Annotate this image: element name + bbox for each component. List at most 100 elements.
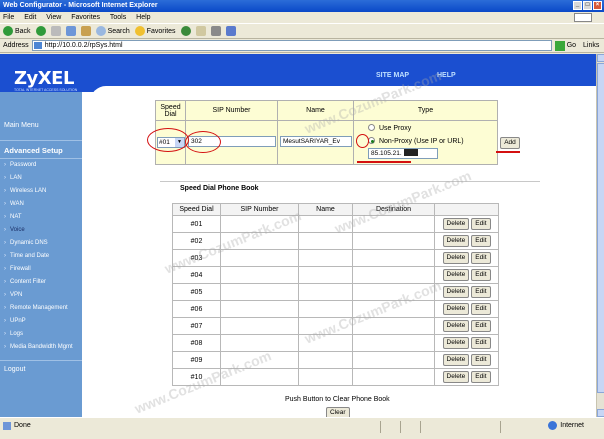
edit-button[interactable]: Edit (471, 252, 491, 264)
pb-destination-cell (352, 215, 435, 233)
pb-name-cell (298, 351, 353, 369)
history-button[interactable] (180, 26, 191, 36)
pb-sip-number-cell (220, 368, 299, 386)
sidebar-item-upnp[interactable]: UPnP (4, 318, 26, 324)
sidebar-item-nat[interactable]: NAT (4, 214, 21, 220)
sidebar-item-dynamic-dns[interactable]: Dynamic DNS (4, 240, 48, 246)
back-button[interactable]: Back (3, 26, 31, 36)
forward-button[interactable] (35, 26, 46, 36)
add-button[interactable]: Add (500, 136, 520, 149)
favorites-button[interactable]: Favorites (134, 26, 176, 36)
links-button[interactable]: Links (583, 42, 599, 49)
edit-button[interactable]: Edit (471, 218, 491, 230)
pb-speed-dial-cell: #08 (172, 334, 221, 352)
delete-button[interactable]: Delete (442, 269, 470, 281)
menu-tools[interactable]: Tools (110, 14, 126, 21)
minimize-button[interactable]: _ (573, 1, 582, 10)
pb-sip-number-cell (220, 266, 299, 284)
speed-dial-entry-table: Speed Dial SIP Number Name Type #01 ▼ 30… (155, 100, 522, 165)
non-proxy-radio[interactable] (368, 137, 375, 145)
name-input[interactable]: MesutSARIYAR_Ev (280, 136, 352, 147)
delete-button[interactable]: Delete (442, 303, 470, 315)
delete-button[interactable]: Delete (442, 252, 470, 264)
sidebar-item-lan[interactable]: LAN (4, 175, 22, 181)
sip-number-input[interactable]: 302 (188, 136, 276, 147)
destination-input[interactable]: 85.105.21. (368, 147, 438, 159)
delete-button[interactable]: Delete (442, 371, 470, 383)
edit-button[interactable]: Edit (471, 371, 491, 383)
pb-speed-dial-cell: #09 (172, 351, 221, 369)
delete-button[interactable]: Delete (442, 320, 470, 332)
sidebar-item-wireless-lan[interactable]: Wireless LAN (4, 188, 46, 194)
use-proxy-option[interactable]: Use Proxy (368, 122, 497, 135)
menu-file[interactable]: File (3, 14, 14, 21)
speed-dial-select[interactable]: #01 ▼ (157, 137, 185, 148)
col-speed-dial: Speed Dial (155, 100, 186, 121)
site-map-link[interactable]: SITE MAP (376, 72, 409, 79)
pb-speed-dial-cell: #05 (172, 283, 221, 301)
clear-button[interactable]: Clear (326, 407, 350, 417)
print-button[interactable] (210, 26, 221, 36)
refresh-button[interactable] (65, 26, 76, 36)
maximize-button[interactable]: □ (583, 1, 592, 10)
pb-speed-dial-cell: #01 (172, 215, 221, 233)
pb-sip-number-cell (220, 249, 299, 267)
pb-name-cell (298, 317, 353, 335)
delete-button[interactable]: Delete (442, 337, 470, 349)
sidebar-logout[interactable]: Logout (4, 366, 25, 373)
sidebar-item-logs[interactable]: Logs (4, 331, 23, 337)
edit-button[interactable]: Edit (471, 286, 491, 298)
sidebar-item-firewall[interactable]: Firewall (4, 266, 31, 272)
vertical-scrollbar[interactable] (596, 54, 604, 417)
delete-button[interactable]: Delete (442, 218, 470, 230)
search-icon (95, 26, 106, 36)
stop-button[interactable] (50, 26, 61, 36)
sidebar-item-vpn[interactable]: VPN (4, 292, 23, 298)
sidebar-main-menu[interactable]: Main Menu (4, 122, 39, 129)
edit-button[interactable] (225, 26, 236, 36)
menu-edit[interactable]: Edit (24, 14, 36, 21)
sidebar: Main Menu Advanced Setup Password LAN Wi… (0, 92, 82, 417)
pb-destination-cell (352, 249, 435, 267)
sidebar-item-content-filter[interactable]: Content Filter (4, 279, 46, 285)
mail-button[interactable] (195, 26, 206, 36)
search-button[interactable]: Search (95, 26, 130, 36)
delete-button[interactable]: Delete (442, 286, 470, 298)
go-button[interactable]: Go (554, 40, 576, 51)
sidebar-item-voice[interactable]: Voice (4, 227, 25, 233)
page-content: ZyXEL TOTAL INTERNET ACCESS SOLUTION SIT… (0, 54, 596, 417)
edit-button[interactable]: Edit (471, 235, 491, 247)
delete-button[interactable]: Delete (442, 235, 470, 247)
close-button[interactable]: × (593, 1, 602, 10)
edit-button[interactable]: Edit (471, 320, 491, 332)
menu-help[interactable]: Help (136, 14, 150, 21)
edit-button[interactable]: Edit (471, 354, 491, 366)
help-link[interactable]: HELP (437, 72, 456, 79)
scroll-down-button[interactable] (597, 409, 604, 417)
menu-favorites[interactable]: Favorites (71, 14, 100, 21)
address-input[interactable]: http://10.0.0.2/rpSys.html (31, 40, 552, 51)
pb-name-cell (298, 368, 353, 386)
sidebar-item-time-and-date[interactable]: Time and Date (4, 253, 49, 259)
home-button[interactable] (80, 26, 91, 36)
scroll-up-button[interactable] (597, 54, 604, 62)
sidebar-divider (0, 140, 82, 141)
annotation-underline-ip (357, 161, 411, 163)
delete-button[interactable]: Delete (442, 354, 470, 366)
sidebar-advanced-setup[interactable]: Advanced Setup (4, 146, 63, 155)
use-proxy-radio[interactable] (368, 124, 375, 132)
sidebar-item-remote-management[interactable]: Remote Management (4, 305, 68, 311)
edit-button[interactable]: Edit (471, 303, 491, 315)
edit-button[interactable]: Edit (471, 269, 491, 281)
scroll-thumb[interactable] (597, 63, 604, 393)
phonebook-table: Speed Dial SIP Number Name Destination #… (172, 203, 499, 386)
pb-destination-cell (352, 317, 435, 335)
menu-view[interactable]: View (46, 14, 61, 21)
sidebar-item-password[interactable]: Password (4, 162, 36, 168)
sidebar-divider (0, 158, 82, 159)
non-proxy-option[interactable]: Non-Proxy (Use IP or URL) (368, 135, 497, 148)
sidebar-item-wan[interactable]: WAN (4, 201, 24, 207)
pb-sip-number-cell (220, 215, 299, 233)
sidebar-item-media-bandwidth[interactable]: Media Bandwidth Mgmt (4, 344, 73, 350)
edit-button[interactable]: Edit (471, 337, 491, 349)
